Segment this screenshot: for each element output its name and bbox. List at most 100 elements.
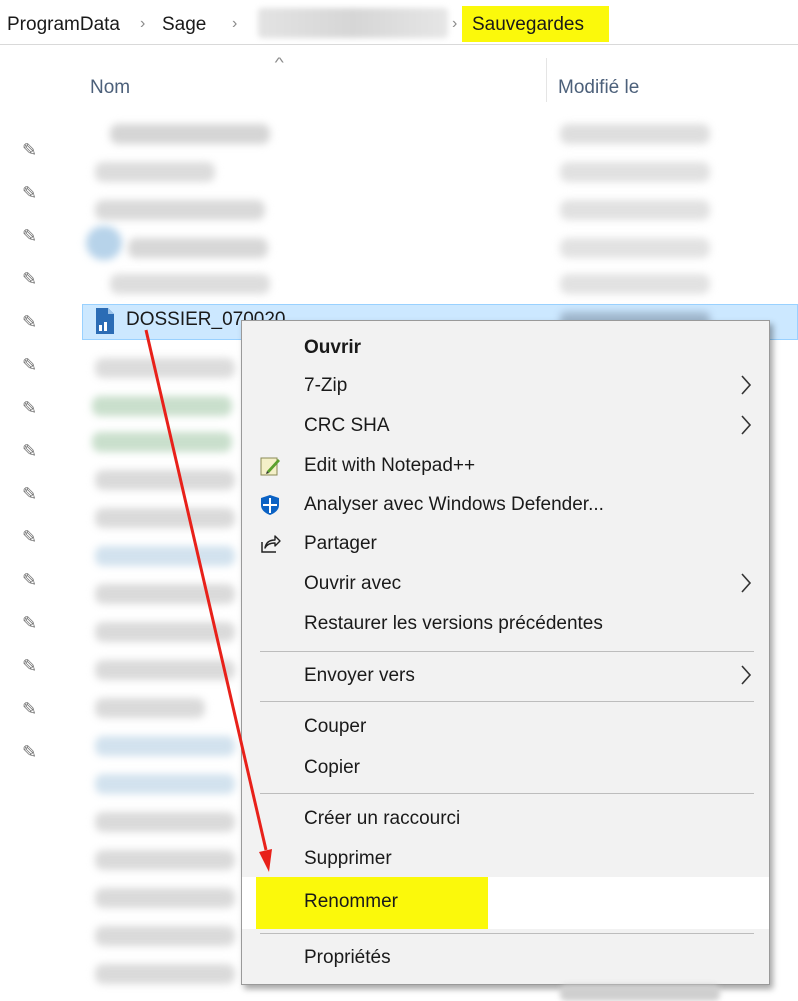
pin-icon[interactable]: ✎ [22, 312, 46, 336]
menu-item-create-shortcut[interactable]: Créer un raccourci [242, 799, 769, 839]
file-row-redacted[interactable] [95, 584, 235, 604]
menu-item-delete[interactable]: Supprimer [242, 839, 769, 879]
breadcrumb-item-programdata[interactable]: ProgramData [7, 14, 120, 36]
menu-item-label: Renommer [304, 891, 398, 912]
breadcrumb: ProgramData › Sage › › Sauvegardes [0, 0, 798, 44]
file-date-redacted [560, 124, 710, 144]
file-row-redacted[interactable] [95, 162, 215, 182]
file-row-redacted[interactable] [95, 200, 265, 220]
file-row-redacted[interactable] [110, 274, 270, 294]
file-row-redacted[interactable] [92, 432, 232, 452]
file-row-redacted[interactable] [95, 888, 235, 908]
menu-item-cut[interactable]: Couper [242, 707, 769, 747]
file-row-redacted[interactable] [128, 238, 268, 258]
file-date-redacted [560, 274, 710, 294]
menu-item-crc-sha[interactable]: CRC SHA [242, 406, 769, 446]
breadcrumb-separator-icon: › [140, 15, 146, 32]
menu-item-label: Couper [304, 716, 367, 737]
file-row-redacted[interactable] [95, 508, 235, 528]
file-date-redacted [560, 985, 720, 1001]
file-row-redacted[interactable] [95, 358, 235, 378]
file-row-redacted[interactable] [110, 124, 270, 144]
menu-item-label: 7-Zip [304, 375, 348, 396]
share-icon [261, 535, 281, 553]
file-row-redacted[interactable] [95, 698, 205, 718]
menu-item-rename[interactable]: Renommer [242, 877, 769, 929]
chevron-right-icon [741, 415, 752, 435]
menu-item-windows-defender[interactable]: Analyser avec Windows Defender... [242, 485, 769, 525]
pin-icon[interactable]: ✎ [22, 484, 46, 508]
menu-item-label: Envoyer vers [304, 665, 415, 686]
pin-icon[interactable]: ✎ [22, 527, 46, 551]
breadcrumb-item-current[interactable]: Sauvegardes [472, 14, 584, 36]
menu-separator [260, 933, 754, 934]
file-row-redacted[interactable] [95, 736, 235, 756]
pin-icon[interactable]: ✎ [22, 269, 46, 293]
breadcrumb-separator-icon: › [232, 15, 238, 32]
file-row-redacted[interactable] [92, 396, 232, 416]
pin-icon[interactable]: ✎ [22, 742, 46, 766]
menu-item-label: CRC SHA [304, 415, 390, 436]
menu-item-label: Créer un raccourci [304, 808, 461, 829]
file-row-redacted[interactable] [95, 850, 235, 870]
file-row-redacted[interactable] [95, 812, 235, 832]
notepadpp-icon [260, 457, 280, 476]
windows-defender-icon [261, 495, 279, 515]
pin-icon[interactable]: ✎ [22, 355, 46, 379]
menu-item-label: Analyser avec Windows Defender... [304, 494, 604, 515]
menu-item-open-with[interactable]: Ouvrir avec [242, 564, 769, 604]
menu-separator [260, 651, 754, 652]
column-header-modified[interactable]: Modifié le [558, 77, 639, 99]
menu-item-label: Partager [304, 533, 377, 554]
menu-item-copy[interactable]: Copier [242, 748, 769, 788]
menu-item-label: Supprimer [304, 848, 392, 869]
menu-item-open[interactable]: Ouvrir [242, 328, 769, 368]
menu-item-properties[interactable]: Propriétés [242, 938, 769, 978]
menu-item-label: Edit with Notepad++ [304, 455, 476, 476]
pin-icon[interactable]: ✎ [22, 699, 46, 723]
file-row-redacted[interactable] [95, 774, 235, 794]
sort-ascending-icon: ^ [274, 54, 284, 70]
breadcrumb-separator-icon: › [452, 15, 458, 32]
file-date-redacted [560, 200, 710, 220]
breadcrumb-item-sage[interactable]: Sage [162, 14, 206, 36]
menu-item-label: Ouvrir avec [304, 573, 402, 594]
pin-icon[interactable]: ✎ [22, 140, 46, 164]
menu-separator [260, 701, 754, 702]
menu-item-edit-notepadpp[interactable]: Edit with Notepad++ [242, 446, 769, 486]
pin-icon[interactable]: ✎ [22, 613, 46, 637]
menu-item-send-to[interactable]: Envoyer vers [242, 656, 769, 696]
column-header: ^ Nom Modifié le [80, 52, 798, 102]
pin-icon[interactable]: ✎ [22, 656, 46, 680]
chevron-right-icon [741, 665, 752, 685]
menu-item-share[interactable]: Partager [242, 524, 769, 564]
pin-icon[interactable]: ✎ [22, 398, 46, 422]
file-row-redacted[interactable] [95, 926, 235, 946]
context-menu: Ouvrir 7-Zip CRC SHA Edit with Notepad++… [241, 320, 770, 985]
file-row-redacted[interactable] [95, 964, 235, 984]
menu-item-label: Propriétés [304, 947, 391, 968]
pin-icon[interactable]: ✎ [22, 226, 46, 250]
file-date-redacted [560, 162, 710, 182]
file-icon-redacted [86, 226, 122, 260]
pin-icon[interactable]: ✎ [22, 183, 46, 207]
file-row-redacted[interactable] [95, 470, 235, 490]
menu-item-label: Ouvrir [304, 337, 362, 358]
column-header-name[interactable]: Nom [90, 77, 130, 99]
breadcrumb-divider [0, 44, 798, 45]
pin-icon[interactable]: ✎ [22, 441, 46, 465]
file-row-redacted[interactable] [95, 622, 235, 642]
breadcrumb-item-redacted[interactable] [258, 8, 448, 38]
pin-icon[interactable]: ✎ [22, 570, 46, 594]
column-divider[interactable] [546, 58, 547, 102]
menu-item-label: Restaurer les versions précédentes [304, 613, 603, 634]
menu-item-restore-versions[interactable]: Restaurer les versions précédentes [242, 604, 769, 644]
file-row-redacted[interactable] [95, 546, 235, 566]
menu-item-label: Copier [304, 757, 360, 778]
menu-item-7zip[interactable]: 7-Zip [242, 366, 769, 406]
menu-separator [260, 793, 754, 794]
file-row-redacted[interactable] [95, 660, 235, 680]
chevron-right-icon [741, 375, 752, 395]
file-icon [96, 308, 114, 334]
chevron-right-icon [741, 573, 752, 593]
